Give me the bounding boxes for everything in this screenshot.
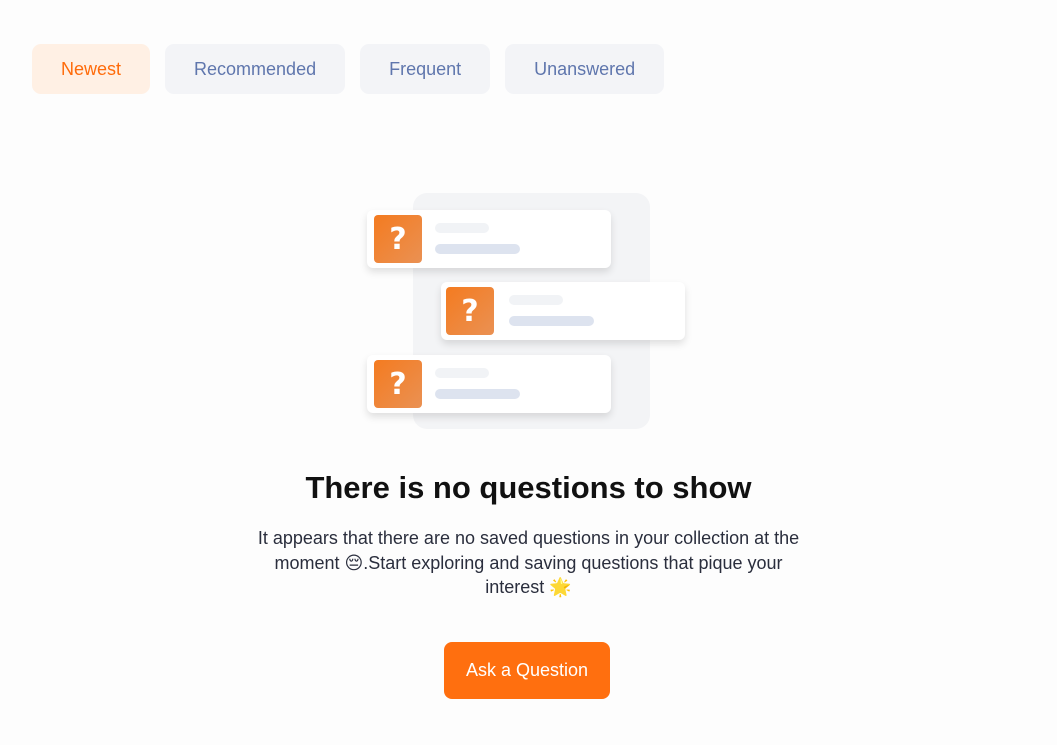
placeholder-line	[509, 316, 594, 326]
question-card-illustration: ?	[441, 282, 685, 340]
tab-unanswered[interactable]: Unanswered	[505, 44, 665, 94]
placeholder-line	[435, 244, 520, 254]
empty-state-title: There is no questions to show	[305, 470, 752, 505]
question-mark-icon: ?	[446, 287, 494, 335]
question-card-illustration: ?	[367, 355, 611, 413]
empty-state-description: It appears that there are no saved quest…	[257, 528, 800, 597]
question-mark-icon: ?	[374, 215, 422, 263]
empty-questions-illustration: ? ? ?	[365, 193, 695, 433]
question-mark-icon: ?	[374, 360, 422, 408]
placeholder-line	[435, 368, 489, 378]
question-filter-tabs: Newest Recommended Frequent Unanswered	[32, 44, 665, 94]
placeholder-line	[435, 223, 489, 233]
tab-frequent[interactable]: Frequent	[360, 44, 491, 94]
placeholder-line	[509, 295, 563, 305]
question-card-illustration: ?	[367, 210, 611, 268]
ask-question-button[interactable]: Ask a Question	[444, 642, 610, 699]
placeholder-line	[435, 389, 520, 399]
tab-recommended[interactable]: Recommended	[165, 44, 346, 94]
tab-newest[interactable]: Newest	[32, 44, 151, 94]
